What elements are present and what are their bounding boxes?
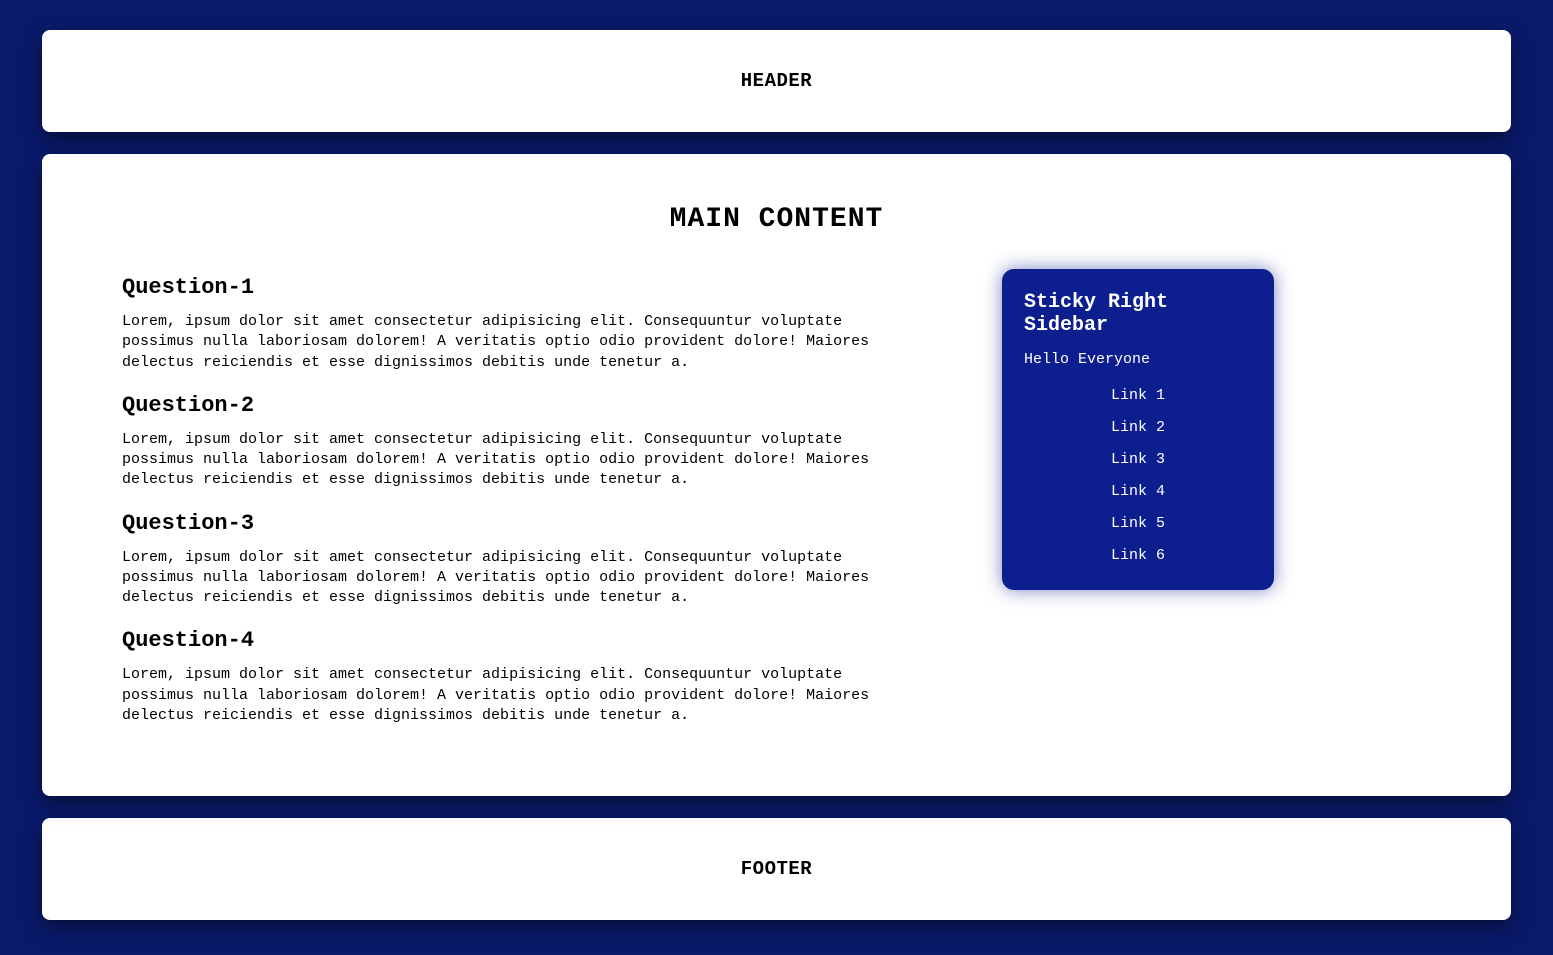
sidebar-link-3[interactable]: Link 3: [1111, 451, 1165, 468]
list-item: Link 4: [1024, 482, 1252, 500]
question-body: Lorem, ipsum dolor sit amet consectetur …: [122, 312, 902, 373]
footer-card: FOOTER: [42, 818, 1511, 920]
question-block: Question-3 Lorem, ipsum dolor sit amet c…: [122, 511, 902, 609]
list-item: Link 5: [1024, 514, 1252, 532]
sidebar-links-list: Link 1 Link 2 Link 3 Link 4 Link 5 Link …: [1024, 386, 1252, 564]
content-row: Question-1 Lorem, ipsum dolor sit amet c…: [122, 275, 1431, 746]
sticky-right-sidebar: Sticky Right Sidebar Hello Everyone Link…: [1002, 269, 1274, 590]
question-body: Lorem, ipsum dolor sit amet consectetur …: [122, 665, 902, 726]
list-item: Link 1: [1024, 386, 1252, 404]
question-block: Question-1 Lorem, ipsum dolor sit amet c…: [122, 275, 902, 373]
sidebar-link-5[interactable]: Link 5: [1111, 515, 1165, 532]
question-body: Lorem, ipsum dolor sit amet consectetur …: [122, 548, 902, 609]
list-item: Link 6: [1024, 546, 1252, 564]
list-item: Link 2: [1024, 418, 1252, 436]
question-body: Lorem, ipsum dolor sit amet consectetur …: [122, 430, 902, 491]
sidebar-link-6[interactable]: Link 6: [1111, 547, 1165, 564]
main-card: MAIN CONTENT Question-1 Lorem, ipsum dol…: [42, 154, 1511, 796]
question-block: Question-4 Lorem, ipsum dolor sit amet c…: [122, 628, 902, 726]
header-card: HEADER: [42, 30, 1511, 132]
questions-container: Question-1 Lorem, ipsum dolor sit amet c…: [122, 275, 902, 746]
question-heading: Question-1: [122, 275, 902, 300]
question-block: Question-2 Lorem, ipsum dolor sit amet c…: [122, 393, 902, 491]
question-heading: Question-4: [122, 628, 902, 653]
sidebar-link-4[interactable]: Link 4: [1111, 483, 1165, 500]
sidebar-link-2[interactable]: Link 2: [1111, 419, 1165, 436]
sidebar-link-1[interactable]: Link 1: [1111, 387, 1165, 404]
sidebar-subtitle: Hello Everyone: [1024, 351, 1252, 368]
question-heading: Question-2: [122, 393, 902, 418]
footer-title: FOOTER: [62, 858, 1491, 880]
sidebar-title: Sticky Right Sidebar: [1024, 291, 1252, 337]
header-title: HEADER: [62, 70, 1491, 92]
main-title: MAIN CONTENT: [122, 204, 1431, 235]
list-item: Link 3: [1024, 450, 1252, 468]
question-heading: Question-3: [122, 511, 902, 536]
